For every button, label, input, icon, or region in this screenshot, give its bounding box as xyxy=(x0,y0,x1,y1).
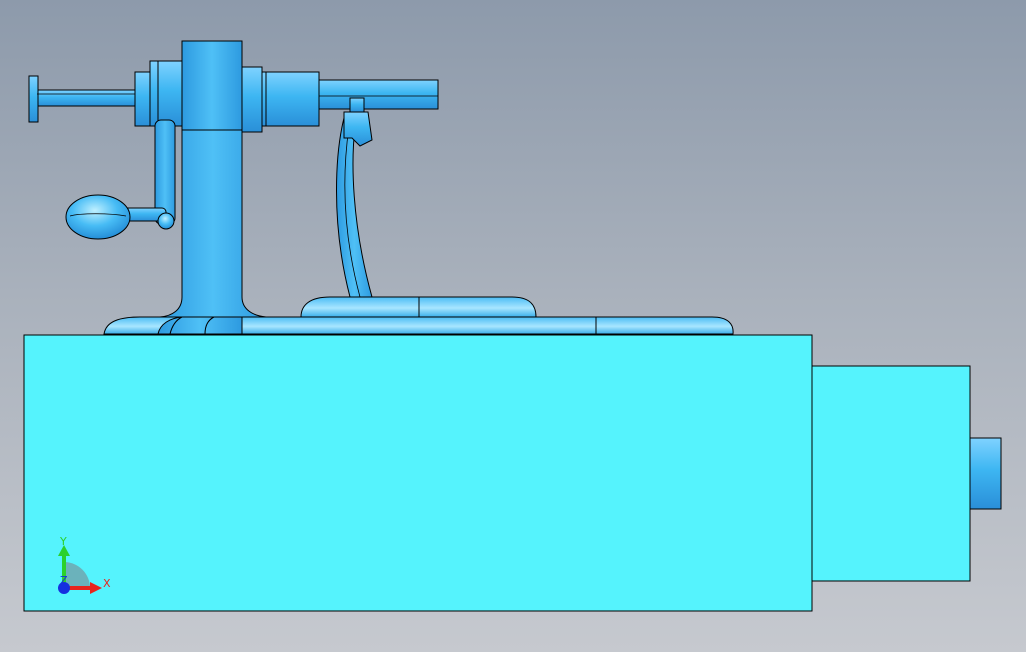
right-spindle-rod[interactable] xyxy=(318,79,439,110)
end-cap-shaft[interactable] xyxy=(969,437,1002,510)
column-head[interactable] xyxy=(181,40,243,131)
y-axis-label: Y xyxy=(59,535,67,548)
curved-arm[interactable] xyxy=(336,117,373,298)
right-hub[interactable] xyxy=(241,66,263,133)
main-housing[interactable] xyxy=(23,334,813,612)
column-post[interactable] xyxy=(159,129,267,318)
crank-handle-knob[interactable] xyxy=(65,194,131,240)
side-housing[interactable] xyxy=(811,365,971,582)
arm-clamp[interactable] xyxy=(349,97,365,113)
x-axis-label: X xyxy=(103,577,111,590)
right-sleeve[interactable] xyxy=(261,71,320,127)
left-hub[interactable] xyxy=(149,60,183,127)
left-end-disc[interactable] xyxy=(28,75,39,123)
left-collar[interactable] xyxy=(134,71,152,127)
z-axis-label: Z xyxy=(60,574,68,587)
cad-3d-viewport[interactable]: Y X Z xyxy=(0,0,1026,652)
left-spindle-rod[interactable] xyxy=(36,89,138,107)
crank-pivot[interactable] xyxy=(157,212,175,230)
